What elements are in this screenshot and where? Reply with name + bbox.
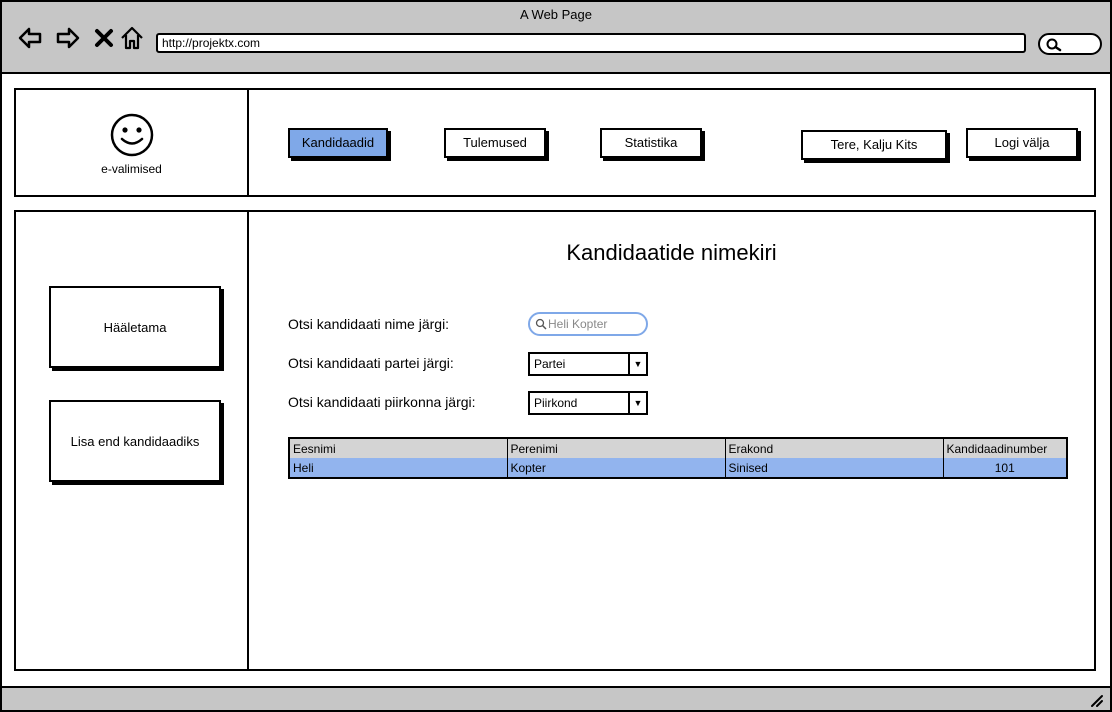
main-panel: Hääletama Lisa end kandidaadiks Kandidaa… (14, 210, 1096, 671)
cell-lastname: Kopter (506, 458, 725, 478)
vote-button[interactable]: Hääletama (49, 286, 221, 368)
page-title: Kandidaatide nimekiri (566, 240, 777, 265)
browser-toolbar: A Web Page http://projektx.com (2, 2, 1110, 74)
search-district-label: Otsi kandidaati piirkonna järgi: (288, 394, 476, 410)
back-icon[interactable] (16, 24, 44, 52)
party-select-value: Partei (534, 357, 566, 371)
search-name-input[interactable]: Heli Kopter (528, 312, 648, 336)
nav-statistics-button[interactable]: Statistika (600, 128, 702, 158)
column-header-lastname[interactable]: Perenimi (506, 438, 725, 458)
candidates-table: Eesnimi Perenimi Erakond Kandidaadinumbe… (288, 437, 1068, 479)
header-divider (247, 90, 249, 195)
user-greeting-button[interactable]: Tere, Kalju Kits (801, 130, 947, 160)
status-bar (2, 686, 1110, 710)
stop-icon[interactable] (90, 24, 118, 52)
smiley-logo-icon (110, 113, 154, 157)
cell-party: Sinised (724, 458, 943, 478)
table-header-row: Eesnimi Perenimi Erakond Kandidaadinumbe… (289, 438, 1067, 458)
column-header-number[interactable]: Kandidaadinumber (942, 438, 1067, 458)
district-select-value: Piirkond (534, 396, 578, 410)
add-candidate-button[interactable]: Lisa end kandidaadiks (49, 400, 221, 482)
column-header-party[interactable]: Erakond (724, 438, 943, 458)
party-select[interactable]: Partei ▼ (528, 352, 648, 376)
sidebar-divider (247, 212, 249, 669)
table-row[interactable]: Heli Kopter Sinised 101 (289, 458, 1067, 478)
forward-icon[interactable] (54, 24, 82, 52)
url-input[interactable]: http://projektx.com (156, 33, 1026, 53)
home-icon[interactable] (118, 24, 146, 52)
search-party-label: Otsi kandidaati partei järgi: (288, 355, 454, 371)
search-name-label: Otsi kandidaati nime järgi: (288, 316, 450, 332)
chevron-down-icon: ▼ (628, 393, 646, 413)
cell-firstname: Heli (289, 458, 507, 478)
search-icon (1046, 38, 1062, 52)
logout-button[interactable]: Logi välja (966, 128, 1078, 158)
browser-search-field[interactable] (1038, 33, 1102, 55)
window-title: A Web Page (519, 7, 593, 22)
district-select[interactable]: Piirkond ▼ (528, 391, 648, 415)
search-icon (535, 318, 547, 330)
nav-results-button[interactable]: Tulemused (444, 128, 546, 158)
nav-candidates-button[interactable]: Kandidaadid (288, 128, 388, 158)
site-header: e-valimised Kandidaadid Tulemused Statis… (14, 88, 1096, 197)
chevron-down-icon: ▼ (628, 354, 646, 374)
logo[interactable]: e-valimised (16, 90, 247, 195)
resize-grip-icon[interactable] (1088, 692, 1104, 708)
search-name-placeholder: Heli Kopter (548, 317, 608, 331)
column-header-firstname[interactable]: Eesnimi (289, 438, 507, 458)
logo-label: e-valimised (101, 162, 162, 176)
cell-number: 101 (942, 458, 1067, 478)
